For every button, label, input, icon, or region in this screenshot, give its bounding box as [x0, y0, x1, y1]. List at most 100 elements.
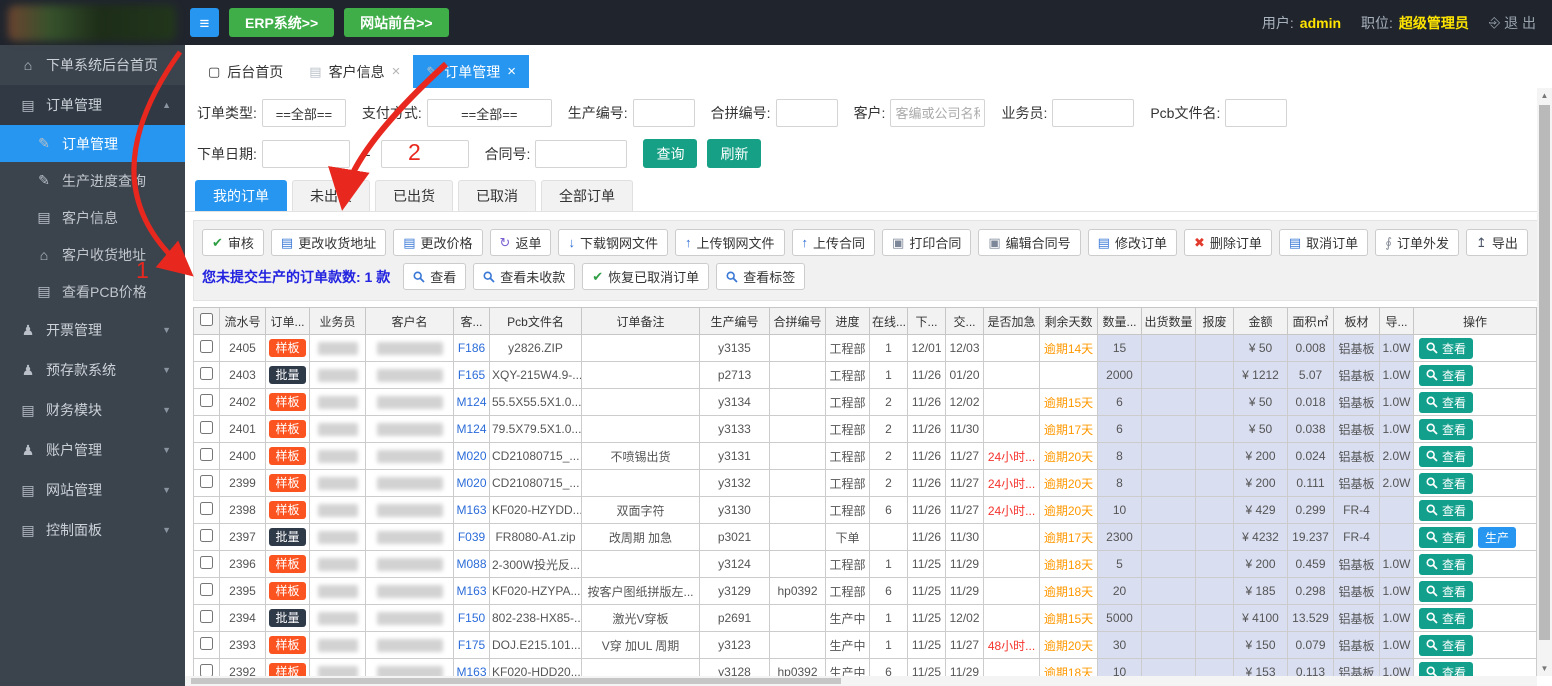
toolbar-button-查看未收款[interactable]: 查看未收款 [473, 263, 575, 290]
toolbar-button-取消订单[interactable]: ▤取消订单 [1279, 229, 1368, 256]
customer-code-link[interactable]: M020 [456, 449, 486, 463]
tab-后台首页[interactable]: ▢后台首页 [195, 55, 296, 88]
customer-code-link[interactable]: M163 [456, 503, 486, 517]
view-button[interactable]: 查看 [1419, 419, 1473, 440]
toolbar-button-更改价格[interactable]: ▤更改价格 [393, 229, 482, 256]
view-button[interactable]: 查看 [1419, 554, 1473, 575]
row-checkbox[interactable] [200, 421, 213, 434]
merge-no-input[interactable] [776, 99, 838, 127]
toolbar-button-更改收货地址[interactable]: ▤更改收货地址 [271, 229, 386, 256]
contract-no-input[interactable] [535, 140, 627, 168]
toolbar-button-下载钢网文件[interactable]: ↓下载钢网文件 [558, 229, 668, 256]
toolbar-button-上传合同[interactable]: ↑上传合同 [792, 229, 876, 256]
toolbar-button-删除订单[interactable]: ✖删除订单 [1184, 229, 1272, 256]
toolbar-button-修改订单[interactable]: ▤修改订单 [1088, 229, 1177, 256]
customer-code-link[interactable]: F186 [458, 341, 485, 355]
horizontal-scrollbar[interactable] [185, 676, 1537, 686]
order-tab-全部订单[interactable]: 全部订单 [541, 180, 633, 211]
row-checkbox[interactable] [200, 556, 213, 569]
logout-button[interactable]: ⎆ 退 出 [1489, 13, 1536, 33]
sidebar-item-网站管理[interactable]: ▤网站管理▼ [0, 470, 185, 510]
sidebar-item-客户信息[interactable]: ▤客户信息 [0, 199, 185, 236]
toolbar-button-查看标签[interactable]: 查看标签 [716, 263, 805, 290]
date-to-input[interactable] [381, 140, 469, 168]
customer-code-link[interactable]: F150 [458, 611, 485, 625]
toolbar-button-导出[interactable]: ↥导出 [1466, 229, 1528, 256]
customer-code-link[interactable]: F175 [458, 638, 485, 652]
tab-客户信息[interactable]: ▤客户信息× [296, 55, 413, 88]
order-tab-已取消[interactable]: 已取消 [458, 180, 536, 211]
toolbar-button-返单[interactable]: ↻返单 [490, 229, 552, 256]
customer-code-link[interactable]: M020 [456, 476, 486, 490]
customer-code-link[interactable]: M124 [456, 395, 486, 409]
close-icon[interactable]: × [392, 63, 401, 80]
toolbar-button-上传钢网文件[interactable]: ↑上传钢网文件 [675, 229, 785, 256]
horizontal-scroll-thumb[interactable] [191, 678, 841, 684]
date-from-input[interactable] [262, 140, 350, 168]
pcb-file-input[interactable] [1225, 99, 1287, 127]
refresh-button[interactable]: 刷新 [707, 139, 761, 168]
sidebar-item-账户管理[interactable]: ♟账户管理▼ [0, 430, 185, 470]
menu-toggle-button[interactable]: ≡ [190, 8, 219, 37]
row-checkbox[interactable] [200, 583, 213, 596]
view-button[interactable]: 查看 [1419, 581, 1473, 602]
site-front-button[interactable]: 网站前台>> [344, 8, 448, 37]
sidebar-item-控制面板[interactable]: ▤控制面板▼ [0, 510, 185, 550]
row-checkbox[interactable] [200, 610, 213, 623]
sidebar-item-预存款系统[interactable]: ♟预存款系统▼ [0, 350, 185, 390]
view-button[interactable]: 查看 [1419, 392, 1473, 413]
sidebar-item-订单管理[interactable]: ✎订单管理 [0, 125, 185, 162]
toolbar-button-审核[interactable]: ✔审核 [202, 229, 264, 256]
view-button[interactable]: 查看 [1419, 635, 1473, 656]
customer-input[interactable] [890, 99, 985, 127]
pay-method-select[interactable] [427, 99, 552, 127]
toolbar-button-订单外发[interactable]: ∮订单外发 [1375, 229, 1459, 256]
sidebar-item-财务模块[interactable]: ▤财务模块▼ [0, 390, 185, 430]
close-icon[interactable]: × [507, 63, 516, 80]
sidebar-item-开票管理[interactable]: ♟开票管理▼ [0, 310, 185, 350]
row-checkbox[interactable] [200, 502, 213, 515]
view-button[interactable]: 查看 [1419, 473, 1473, 494]
select-all-checkbox[interactable] [200, 313, 213, 326]
row-checkbox[interactable] [200, 637, 213, 650]
salesman-input[interactable] [1052, 99, 1134, 127]
row-checkbox[interactable] [200, 340, 213, 353]
row-checkbox[interactable] [200, 529, 213, 542]
search-button[interactable]: 查询 [643, 139, 697, 168]
view-button[interactable]: 查看 [1419, 446, 1473, 467]
order-tab-我的订单[interactable]: 我的订单 [195, 180, 287, 211]
production-button[interactable]: 生产 [1478, 527, 1516, 548]
row-checkbox[interactable] [200, 448, 213, 461]
row-checkbox[interactable] [200, 367, 213, 380]
customer-code-link[interactable]: F039 [458, 530, 485, 544]
vertical-scroll-thumb[interactable] [1539, 105, 1550, 640]
view-button[interactable]: 查看 [1419, 500, 1473, 521]
prod-no-input[interactable] [633, 99, 695, 127]
order-tab-未出货[interactable]: 未出货 [292, 180, 370, 211]
customer-code-link[interactable]: F165 [458, 368, 485, 382]
order-type-select[interactable] [262, 99, 346, 127]
customer-code-link[interactable]: M163 [456, 584, 486, 598]
row-checkbox[interactable] [200, 394, 213, 407]
toolbar-button-查看[interactable]: 查看 [403, 263, 466, 290]
view-button[interactable]: 查看 [1419, 608, 1473, 629]
toolbar-button-打印合同[interactable]: ▣打印合同 [882, 229, 971, 256]
sidebar-item-下单系统后台首页[interactable]: ⌂下单系统后台首页 [0, 45, 185, 85]
tab-订单管理[interactable]: ✎订单管理× [413, 55, 529, 88]
order-tab-已出货[interactable]: 已出货 [375, 180, 453, 211]
view-button[interactable]: 查看 [1419, 365, 1473, 386]
erp-system-button[interactable]: ERP系统>> [229, 8, 334, 37]
sidebar-item-生产进度查询[interactable]: ✎生产进度查询 [0, 162, 185, 199]
sidebar-item-客户收货地址[interactable]: ⌂客户收货地址 [0, 236, 185, 273]
view-button[interactable]: 查看 [1419, 527, 1473, 548]
customer-code-link[interactable]: M088 [456, 557, 486, 571]
scroll-down-icon[interactable]: ▼ [1537, 661, 1552, 676]
customer-code-link[interactable]: M124 [456, 422, 486, 436]
vertical-scrollbar[interactable]: ▲ ▼ [1537, 88, 1552, 676]
toolbar-button-编辑合同号[interactable]: ▣编辑合同号 [978, 229, 1080, 256]
toolbar-button-恢复已取消订单[interactable]: ✔恢复已取消订单 [582, 263, 709, 290]
scroll-up-icon[interactable]: ▲ [1537, 88, 1552, 103]
sidebar-item-查看PCB价格[interactable]: ▤查看PCB价格 [0, 273, 185, 310]
row-checkbox[interactable] [200, 475, 213, 488]
view-button[interactable]: 查看 [1419, 338, 1473, 359]
